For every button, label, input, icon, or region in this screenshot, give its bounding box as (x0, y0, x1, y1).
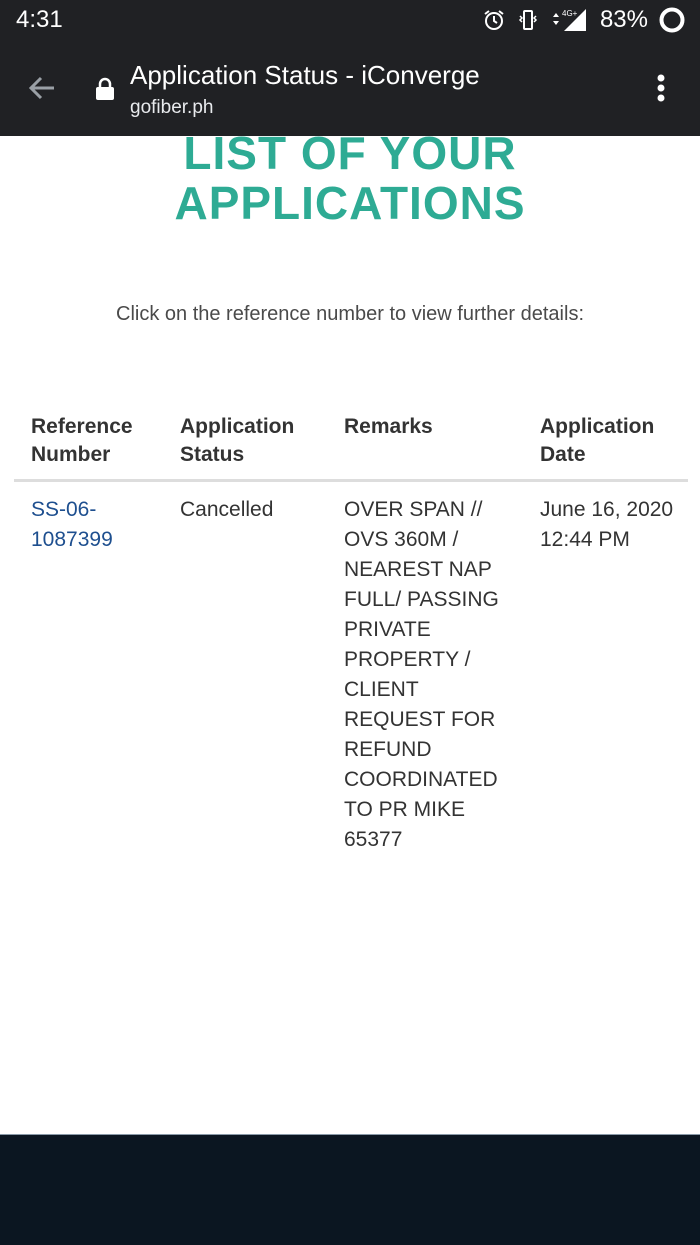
header-text: Status (180, 443, 245, 466)
back-arrow-icon[interactable] (24, 70, 60, 106)
header-text: Application (180, 415, 295, 438)
vibrate-icon (516, 8, 540, 32)
status-bar: 4:31 4G+ 83% (0, 0, 700, 40)
lock-icon (96, 77, 114, 101)
cell-status: Cancelled (180, 498, 274, 521)
header-remarks: Remarks (344, 413, 433, 441)
header-application-date: Application Date (540, 413, 654, 469)
header-text: Date (540, 443, 586, 466)
header-text: Reference (31, 415, 133, 438)
header-text: Remarks (344, 415, 433, 438)
signal-4g-icon: 4G+ (550, 7, 590, 33)
network-type-label: 4G+ (562, 9, 578, 18)
page-title: Application Status - iConverge (130, 60, 480, 90)
battery-percent: 83% (599, 6, 648, 33)
status-icons: 4G+ 83% (482, 5, 686, 35)
more-options-icon[interactable] (646, 70, 676, 106)
status-time: 4:31 (16, 6, 63, 33)
heading-line-2: APPLICATIONS (174, 177, 526, 229)
cell-application-date: June 16, 2020 12:44 PM (540, 498, 674, 551)
page-footer (0, 1134, 700, 1245)
alarm-icon (482, 8, 506, 32)
url-text[interactable]: gofiber.ph (130, 97, 213, 119)
cell-reference-number: SS-06-1087399 (31, 495, 141, 555)
header-text: Number (31, 443, 111, 466)
header-divider (14, 479, 688, 482)
cell-remarks: OVER SPAN // OVS 360M / NEAREST NAP FULL… (344, 498, 499, 851)
instruction-text: Click on the reference number to view fu… (116, 303, 584, 325)
header-reference-number: Reference Number (31, 413, 133, 469)
header-application-status: Application Status (180, 413, 294, 469)
battery-ring-icon (658, 6, 686, 34)
heading-line-1: LIST OF YOUR (183, 127, 517, 179)
header-text: Application (540, 415, 655, 438)
browser-toolbar: Application Status - iConverge gofiber.p… (0, 40, 700, 136)
reference-number-link[interactable]: SS-06-1087399 (31, 498, 113, 551)
